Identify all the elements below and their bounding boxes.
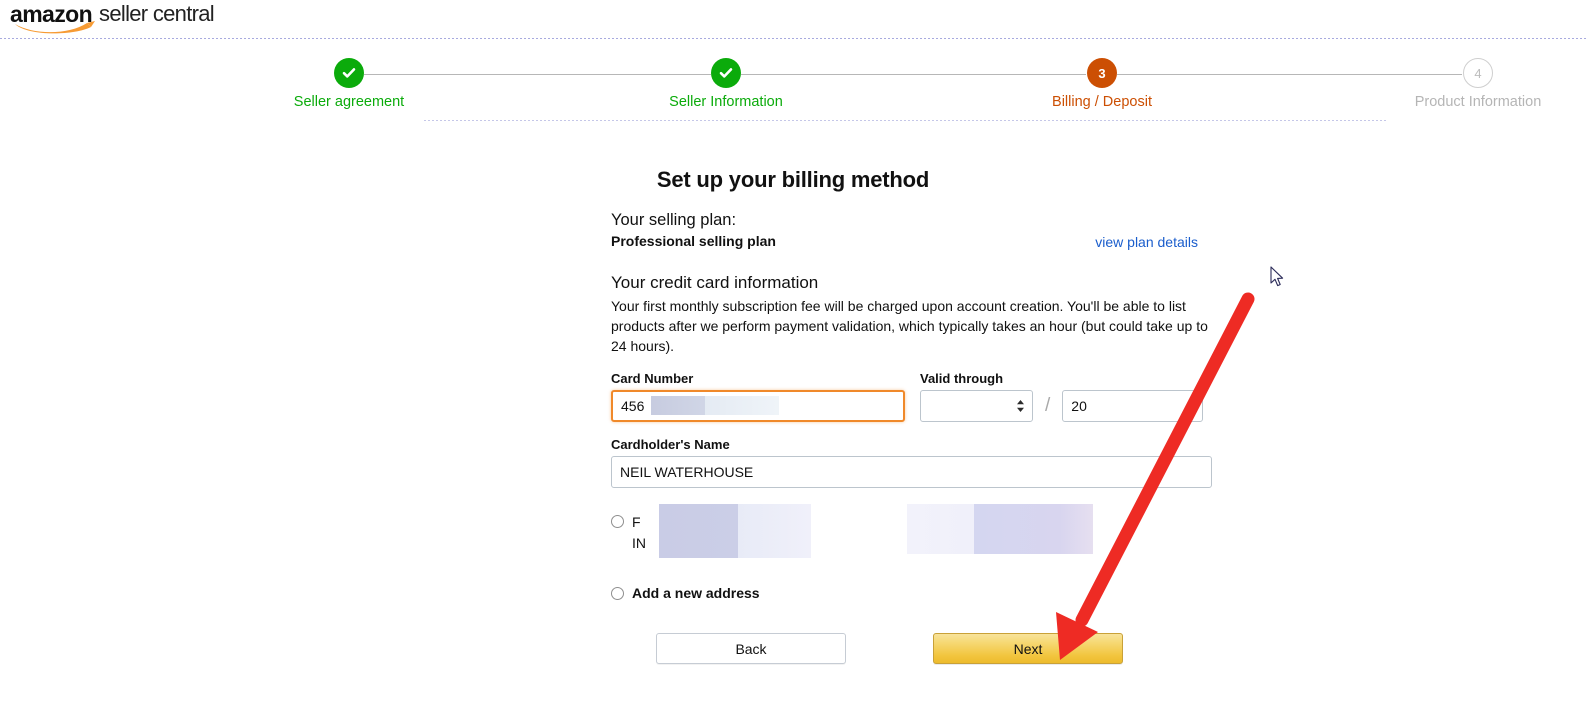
step-4-number-circle: 4 bbox=[1463, 58, 1493, 88]
existing-address-option[interactable]: F IN bbox=[611, 504, 1212, 558]
card-number-input-wrap bbox=[611, 390, 905, 422]
address-redaction-overlay-left bbox=[659, 504, 811, 558]
expiry-month-select[interactable] bbox=[920, 390, 1033, 422]
logo-amazon-wordmark: amazon bbox=[10, 2, 95, 34]
add-new-address-option[interactable]: Add a new address bbox=[611, 584, 1212, 603]
site-header: amazon seller central bbox=[0, 0, 1586, 38]
check-icon bbox=[342, 68, 356, 78]
up-down-arrows-icon bbox=[1186, 399, 1195, 413]
check-icon bbox=[719, 68, 733, 78]
stepper-step-seller-information[interactable]: Seller Information bbox=[626, 58, 826, 111]
card-number-group: Card Number bbox=[611, 371, 905, 422]
step-1-label: Seller agreement bbox=[293, 94, 405, 110]
next-button[interactable]: Next bbox=[933, 633, 1123, 664]
billing-form: Your selling plan: Professional selling … bbox=[611, 210, 1212, 667]
amazon-seller-central-logo[interactable]: amazon seller central bbox=[10, 1, 215, 34]
cardholder-name-input[interactable] bbox=[611, 456, 1212, 488]
credit-card-section-heading: Your credit card information bbox=[611, 273, 819, 292]
step-1-status-circle bbox=[334, 58, 364, 88]
step-4-label: Product Information bbox=[1414, 94, 1542, 110]
progress-stepper: Seller agreement Seller Information 3 Bi… bbox=[0, 44, 1586, 120]
step-2-label: Seller Information bbox=[669, 94, 783, 110]
app-window: amazon seller central Seller agreement S… bbox=[0, 0, 1586, 720]
back-button[interactable]: Back bbox=[656, 633, 846, 664]
card-number-label: Card Number bbox=[611, 371, 694, 386]
card-and-expiry-row: Card Number Valid through bbox=[611, 371, 1212, 424]
form-actions: Back Next bbox=[611, 633, 1212, 667]
step-2-status-circle bbox=[711, 58, 741, 88]
expiry-separator: / bbox=[1045, 395, 1051, 416]
cardholder-name-group: Cardholder's Name bbox=[611, 437, 1212, 488]
stepper-divider bbox=[424, 120, 1388, 121]
valid-through-selects: / 20 bbox=[920, 390, 1212, 422]
expiry-year-select[interactable]: 20 bbox=[1062, 390, 1204, 422]
existing-address-line-2: IN bbox=[632, 535, 646, 551]
selling-plan-label: Your selling plan: bbox=[611, 211, 737, 229]
add-new-address-radio[interactable] bbox=[611, 587, 624, 600]
billing-address-options: F IN Add a new address bbox=[611, 504, 1212, 612]
address-redaction-overlay-right bbox=[907, 504, 1093, 554]
header-divider bbox=[0, 38, 1586, 39]
page-title: Set up your billing method bbox=[656, 167, 930, 192]
step-3-label: Billing / Deposit bbox=[1052, 94, 1152, 110]
stepper-step-billing-deposit[interactable]: 3 Billing / Deposit bbox=[1002, 58, 1202, 111]
up-down-arrows-icon bbox=[1016, 399, 1025, 413]
card-number-input[interactable] bbox=[611, 390, 905, 422]
step-3-number-circle: 3 bbox=[1087, 58, 1117, 88]
mouse-cursor bbox=[1270, 266, 1284, 287]
existing-address-text: F IN bbox=[632, 504, 1192, 558]
expiry-year-value: 20 bbox=[1071, 398, 1087, 414]
stepper-step-seller-agreement[interactable]: Seller agreement bbox=[249, 58, 449, 111]
existing-address-line-1: F bbox=[632, 514, 641, 530]
cardholder-name-label: Cardholder's Name bbox=[611, 437, 730, 452]
stepper-step-product-information[interactable]: 4 Product Information bbox=[1378, 58, 1578, 111]
valid-through-label: Valid through bbox=[920, 371, 1004, 386]
amazon-smile-icon bbox=[13, 20, 97, 35]
selling-plan-row: Your selling plan: Professional selling … bbox=[611, 210, 1212, 254]
view-plan-details-link[interactable]: view plan details bbox=[1095, 234, 1198, 250]
logo-seller-central-text: seller central bbox=[99, 1, 215, 26]
existing-address-radio[interactable] bbox=[611, 515, 624, 528]
credit-card-section-description: Your first monthly subscription fee will… bbox=[611, 298, 1208, 354]
add-new-address-label: Add a new address bbox=[632, 585, 760, 601]
valid-through-group: Valid through / 20 bbox=[920, 371, 1212, 422]
